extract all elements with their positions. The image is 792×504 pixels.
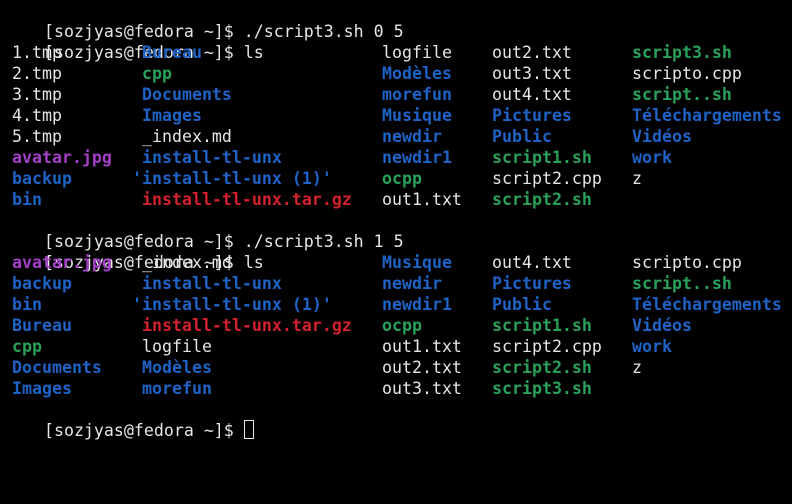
- executable-entry: script1.sh: [492, 316, 592, 335]
- ls-row: avatar.jpg _index.md Musique out4.txt sc…: [0, 252, 792, 273]
- file-entry: out3.txt: [492, 64, 572, 83]
- ls-row: cpp logfile out1.txt script2.cpp work: [0, 336, 792, 357]
- directory-entry: Images: [142, 106, 202, 125]
- text-cursor[interactable]: [243, 420, 254, 439]
- executable-entry: cpp: [12, 337, 42, 356]
- ls-row: backup 'install-tl-unx (1)' ocpp script2…: [0, 168, 792, 189]
- directory-entry: Documents: [12, 358, 102, 377]
- directory-entry: Modèles: [142, 358, 212, 377]
- file-entry: 4.tmp: [12, 106, 62, 125]
- ls-row: avatar.jpg install-tl-unx newdir1 script…: [0, 147, 792, 168]
- file-entry: _index.md: [142, 127, 232, 146]
- directory-entry: install-tl-unx: [142, 274, 282, 293]
- directory-entry: bin: [12, 295, 42, 314]
- file-entry: 3.tmp: [12, 85, 62, 104]
- executable-entry: script2.sh: [492, 358, 592, 377]
- directory-entry: newdir: [382, 127, 442, 146]
- image-entry: avatar.jpg: [12, 253, 112, 272]
- image-entry: avatar.jpg: [12, 148, 112, 167]
- directory-entry: bin: [12, 190, 42, 209]
- prompt-line: [sozjyas@fedora ~]$ ls: [0, 231, 792, 272]
- archive-entry: install-tl-unx.tar.gz: [142, 316, 352, 335]
- ls-row: Bureau install-tl-unx.tar.gz ocpp script…: [0, 315, 792, 336]
- directory-entry: work: [632, 148, 672, 167]
- file-entry: 5.tmp: [12, 127, 62, 146]
- ls-row: bin 'install-tl-unx (1)' newdir1 Public …: [0, 294, 792, 315]
- directory-entry: newdir: [382, 274, 442, 293]
- directory-entry: work: [632, 337, 672, 356]
- ls-row: bin install-tl-unx.tar.gz out1.txt scrip…: [0, 189, 792, 210]
- shell-prompt: [sozjyas@fedora ~]$: [43, 421, 244, 440]
- ls-row: 5.tmp _index.md newdir Public Vidéos: [0, 126, 792, 147]
- directory-entry: morefun: [142, 379, 212, 398]
- prompt-line: [sozjyas@fedora ~]$ ./script3.sh 1 5: [0, 210, 792, 251]
- file-entry: out1.txt: [382, 337, 462, 356]
- prompt-line: [sozjyas@fedora ~]$ ./script3.sh 0 5: [0, 0, 792, 41]
- prompt-line: [sozjyas@fedora ~]$: [0, 399, 792, 440]
- directory-entry: Public: [492, 295, 552, 314]
- file-entry: 1.tmp: [12, 43, 62, 62]
- directory-entry: Images: [12, 379, 72, 398]
- file-entry: out2.txt: [492, 43, 572, 62]
- file-entry: 2.tmp: [12, 64, 62, 83]
- file-entry: scripto.cpp: [632, 253, 742, 272]
- ls-output-2: avatar.jpg _index.md Musique out4.txt sc…: [0, 252, 792, 399]
- file-entry: out4.txt: [492, 253, 572, 272]
- executable-entry: ocpp: [382, 316, 422, 335]
- executable-entry: script3.sh: [632, 43, 732, 62]
- archive-entry: install-tl-unx.tar.gz: [142, 190, 352, 209]
- directory-entry: Bureau: [142, 43, 202, 62]
- executable-entry: cpp: [142, 64, 172, 83]
- file-entry: scripto.cpp: [632, 64, 742, 83]
- ls-row: Images morefun out3.txt script3.sh: [0, 378, 792, 399]
- directory-entry: backup: [12, 274, 72, 293]
- ls-output-1: 1.tmp Bureau logfile out2.txt script3.sh…: [0, 42, 792, 210]
- file-entry: z: [632, 169, 642, 188]
- directory-entry: Pictures: [492, 274, 572, 293]
- ls-row: 3.tmp Documents morefun out4.txt script.…: [0, 84, 792, 105]
- ls-row: Documents Modèles out2.txt script2.sh z: [0, 357, 792, 378]
- executable-entry: script..sh: [632, 274, 732, 293]
- ls-row: 1.tmp Bureau logfile out2.txt script3.sh: [0, 42, 792, 63]
- directory-entry: Pictures: [492, 106, 572, 125]
- ls-row: 2.tmp cpp Modèles out3.txt scripto.cpp: [0, 63, 792, 84]
- file-entry: out4.txt: [492, 85, 572, 104]
- directory-entry: newdir1: [382, 295, 452, 314]
- file-entry: script2.cpp: [492, 337, 602, 356]
- directory-entry: Bureau: [12, 316, 72, 335]
- directory-entry: newdir1: [382, 148, 452, 167]
- directory-entry: Vidéos: [632, 316, 692, 335]
- terminal-window[interactable]: [sozjyas@fedora ~]$ ./script3.sh 0 5 [so…: [0, 0, 792, 440]
- directory-entry: Téléchargements: [632, 295, 782, 314]
- directory-entry: backup: [12, 169, 72, 188]
- executable-entry: script..sh: [632, 85, 732, 104]
- file-entry: logfile: [142, 337, 212, 356]
- directory-entry: Modèles: [382, 64, 452, 83]
- executable-entry: script2.sh: [492, 190, 592, 209]
- directory-entry: Public: [492, 127, 552, 146]
- directory-entry: 'install-tl-unx (1)': [132, 295, 332, 314]
- file-entry: z: [632, 358, 642, 377]
- directory-entry: morefun: [382, 85, 452, 104]
- file-entry: logfile: [382, 43, 452, 62]
- prompt-line: [sozjyas@fedora ~]$ ls: [0, 21, 792, 62]
- executable-entry: script3.sh: [492, 379, 592, 398]
- directory-entry: install-tl-unx: [142, 148, 282, 167]
- ls-row: backup install-tl-unx newdir Pictures sc…: [0, 273, 792, 294]
- directory-entry: 'install-tl-unx (1)': [132, 169, 332, 188]
- file-entry: out2.txt: [382, 358, 462, 377]
- file-entry: out3.txt: [382, 379, 462, 398]
- directory-entry: Documents: [142, 85, 232, 104]
- ls-row: 4.tmp Images Musique Pictures Télécharge…: [0, 105, 792, 126]
- file-entry: out1.txt: [382, 190, 462, 209]
- directory-entry: Musique: [382, 106, 452, 125]
- file-entry: script2.cpp: [492, 169, 602, 188]
- directory-entry: Musique: [382, 253, 452, 272]
- directory-entry: Téléchargements: [632, 106, 782, 125]
- executable-entry: script1.sh: [492, 148, 592, 167]
- executable-entry: ocpp: [382, 169, 422, 188]
- directory-entry: Vidéos: [632, 127, 692, 146]
- file-entry: _index.md: [142, 253, 232, 272]
